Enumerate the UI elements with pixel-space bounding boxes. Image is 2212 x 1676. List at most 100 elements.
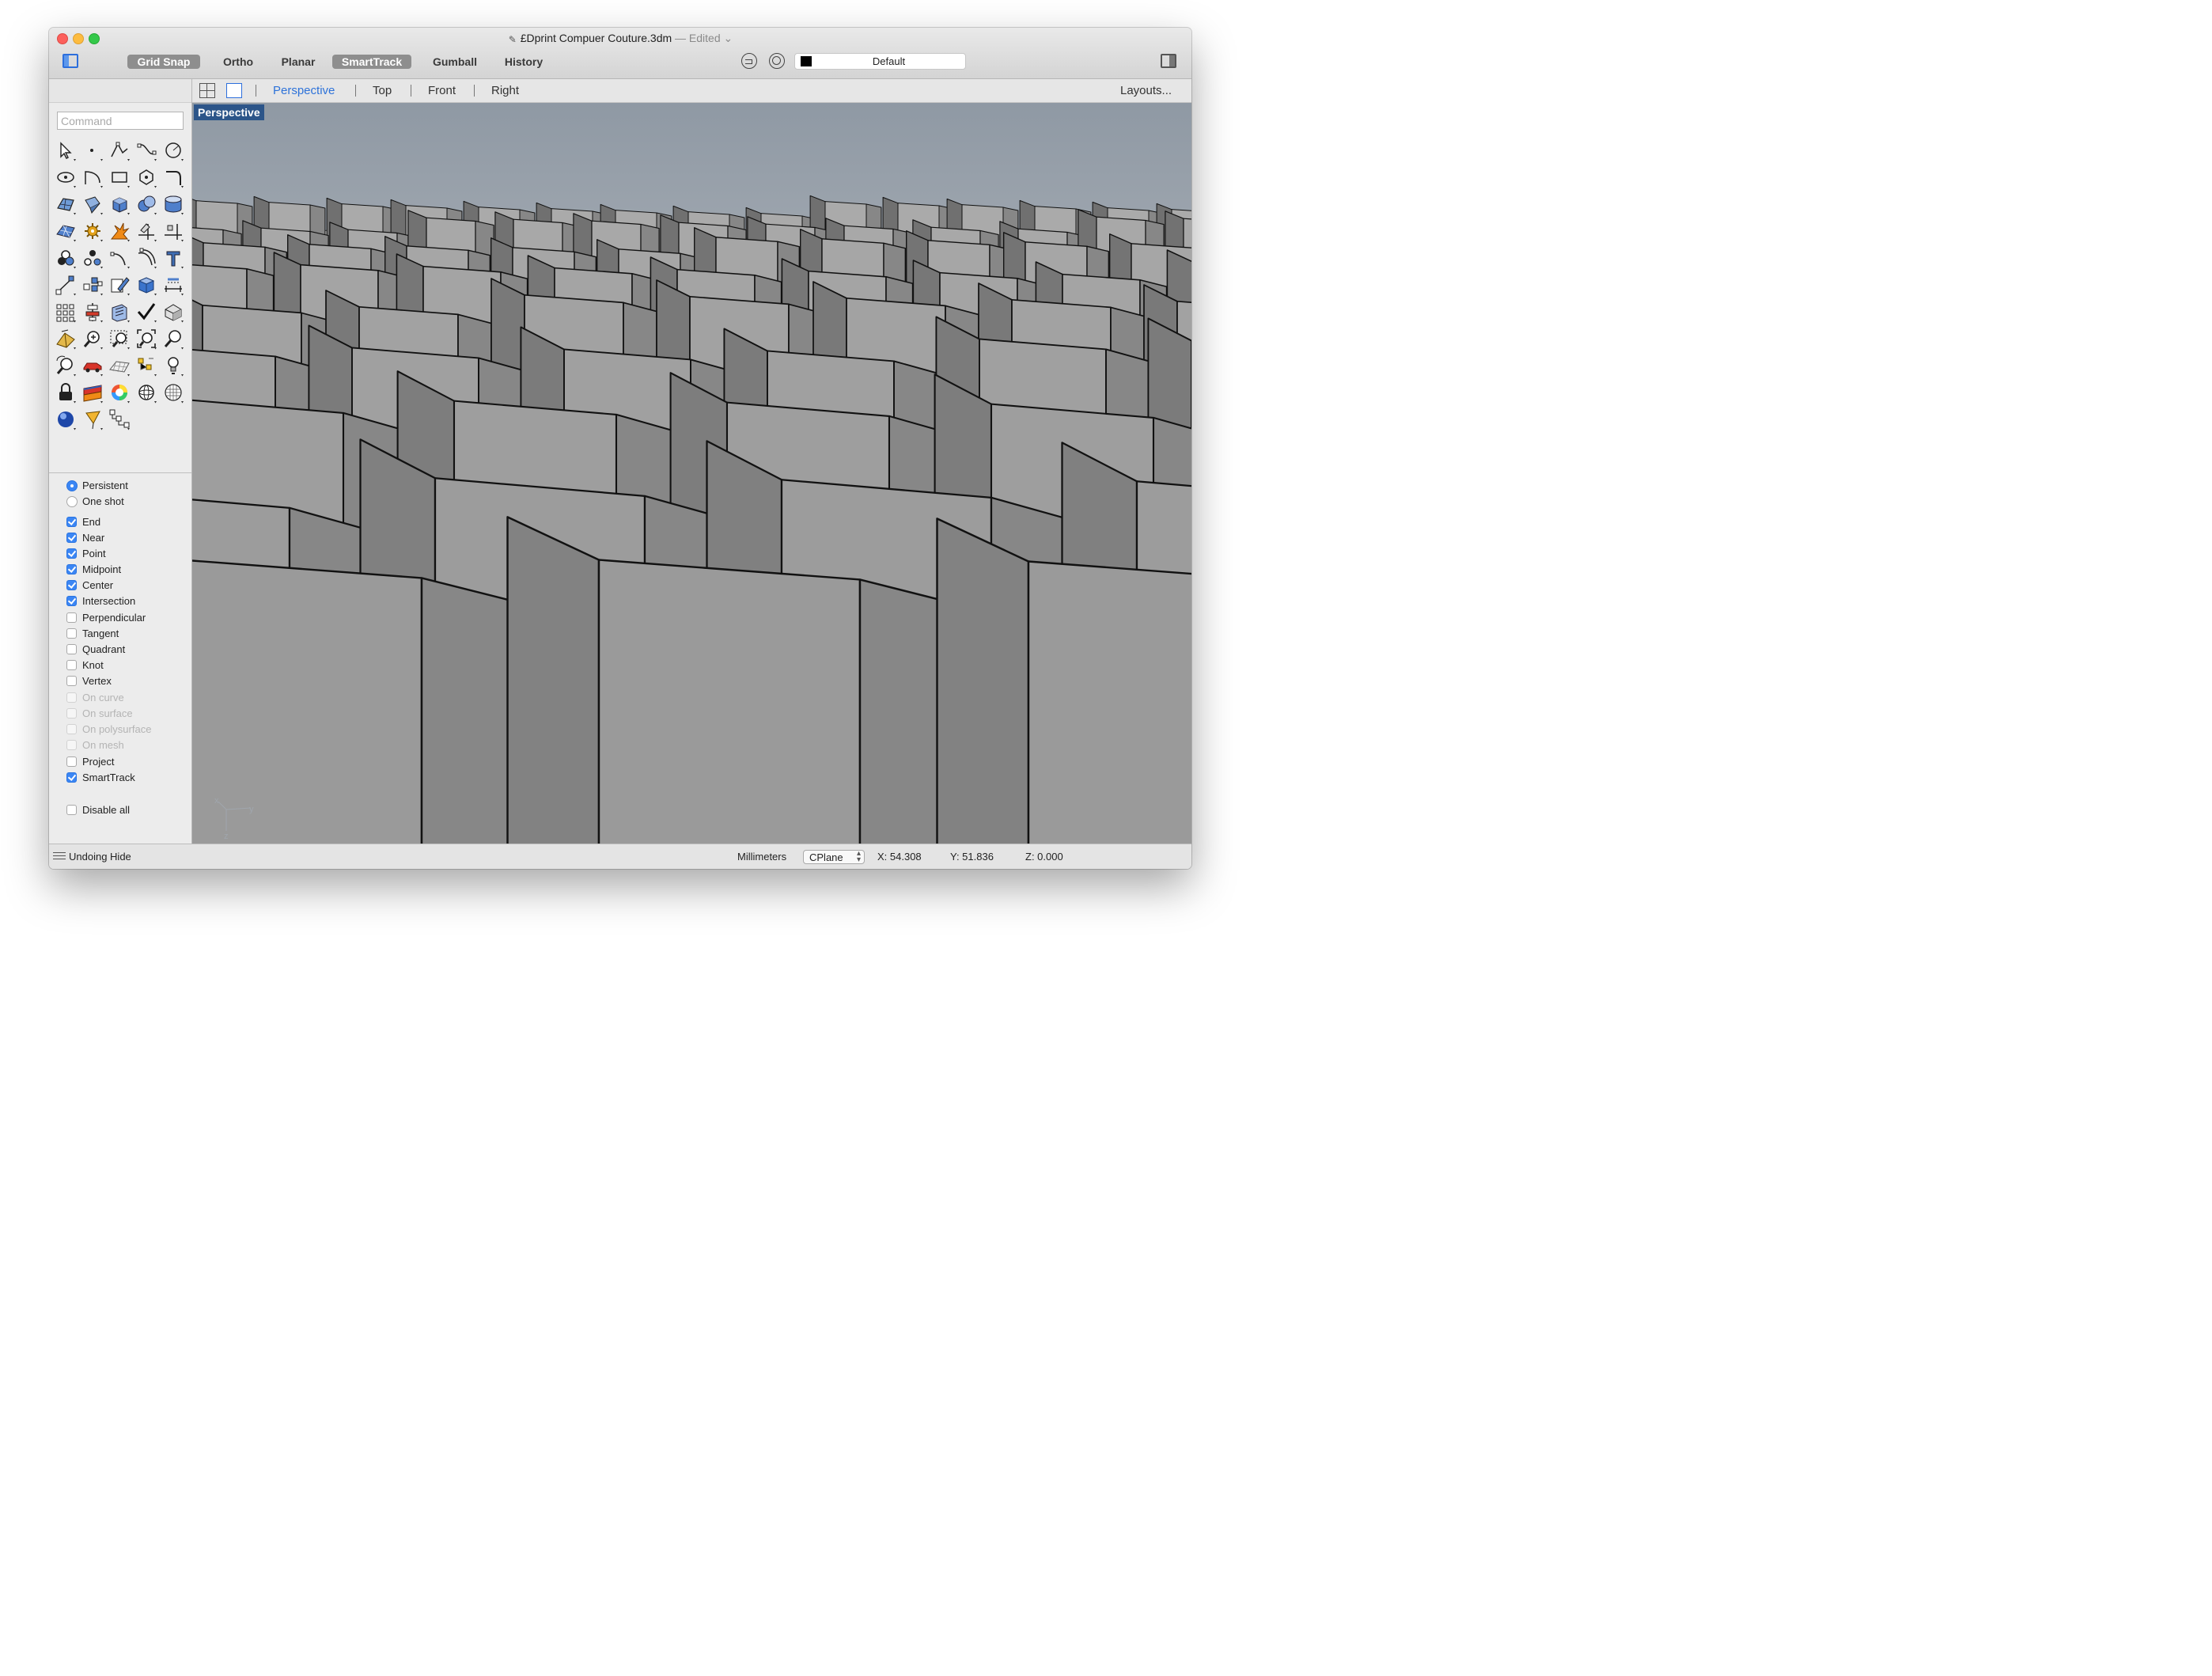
materials-icon[interactable]	[81, 381, 104, 404]
grid-sphere-icon[interactable]	[161, 381, 185, 404]
checkbox-indicator[interactable]	[66, 756, 77, 767]
sphere-wire-icon[interactable]	[134, 381, 158, 404]
toggle-left-sidebar-button[interactable]	[62, 54, 78, 68]
checkbox-indicator[interactable]	[66, 612, 77, 623]
record-history-icon[interactable]	[769, 53, 785, 69]
cylinder-icon[interactable]	[161, 192, 185, 216]
box-solid-icon[interactable]	[108, 192, 131, 216]
checkbox-indicator[interactable]	[66, 564, 77, 574]
model-scene[interactable]: x y z	[192, 103, 1191, 844]
checkbox-indicator[interactable]	[66, 596, 77, 606]
four-viewports-icon[interactable]	[199, 83, 215, 98]
circle-icon[interactable]	[161, 138, 185, 162]
filter-osnap-icon[interactable]	[741, 53, 757, 69]
explode-icon[interactable]	[108, 219, 131, 243]
checkbox-indicator[interactable]	[66, 533, 77, 543]
fillet-curve-icon[interactable]	[161, 165, 185, 189]
gumball-button[interactable]: Gumball	[421, 55, 489, 69]
cone-icon[interactable]	[81, 408, 104, 431]
zoom-icon[interactable]	[161, 327, 185, 351]
grid-plane-icon[interactable]	[108, 354, 131, 377]
checkbox-indicator[interactable]	[66, 548, 77, 559]
zoom-extents-icon[interactable]	[134, 327, 158, 351]
block-icon[interactable]	[134, 273, 158, 297]
checkbox-indicator[interactable]	[66, 517, 77, 527]
radio-indicator[interactable]	[66, 480, 78, 491]
status-menu-icon[interactable]	[53, 852, 66, 861]
array-icon[interactable]	[81, 273, 104, 297]
status-bar: Undoing Hide Millimeters CPlane ▴ ▾ X: 54…	[49, 844, 1191, 869]
point-icon[interactable]	[81, 138, 104, 162]
lights-icon[interactable]	[134, 354, 158, 377]
checkbox-indicator[interactable]	[66, 660, 77, 670]
checkbox-indicator[interactable]	[66, 644, 77, 654]
viewport-title-label[interactable]: Perspective	[194, 104, 264, 120]
checkbox-indicator[interactable]	[66, 772, 77, 783]
panel-face	[420, 577, 514, 844]
polygon-icon[interactable]	[134, 165, 158, 189]
check-icon[interactable]	[134, 300, 158, 324]
single-viewport-icon[interactable]	[226, 83, 242, 98]
units-label[interactable]: Millimeters	[737, 851, 786, 863]
radio-indicator[interactable]	[66, 496, 78, 507]
ungroup-icon[interactable]	[81, 246, 104, 270]
color-wheel-icon[interactable]	[108, 381, 131, 404]
toggle-right-sidebar-button[interactable]	[1161, 54, 1176, 68]
zoom-window-icon[interactable]	[108, 327, 131, 351]
rotate-view-icon[interactable]	[54, 354, 78, 377]
array-grid-icon[interactable]	[54, 300, 78, 324]
layer-selector[interactable]: Default	[794, 53, 966, 70]
grid-snap-button[interactable]: Grid Snap	[127, 55, 200, 69]
trim-icon[interactable]	[134, 219, 158, 243]
command-input[interactable]	[57, 112, 184, 130]
surface-icon[interactable]	[54, 192, 78, 216]
smarttrack-button[interactable]: SmartTrack	[332, 55, 411, 69]
group-icon[interactable]	[54, 246, 78, 270]
text-icon[interactable]	[161, 246, 185, 270]
tab-front[interactable]: Front	[428, 84, 456, 97]
cplane-selector[interactable]: CPlane ▴ ▾	[803, 850, 865, 864]
select-arrow-icon[interactable]	[54, 138, 78, 162]
checkbox-label: Midpoint	[82, 563, 122, 575]
checkbox-indicator[interactable]	[66, 580, 77, 590]
planar-button[interactable]: Planar	[271, 55, 325, 69]
polyline-icon[interactable]	[108, 138, 131, 162]
edited-status[interactable]: — Edited	[675, 32, 721, 44]
render-sphere-icon[interactable]	[54, 408, 78, 431]
tab-perspective[interactable]: Perspective	[273, 84, 335, 97]
history-button[interactable]: History	[494, 55, 554, 69]
checkbox-indicator[interactable]	[66, 676, 77, 686]
layouts-button[interactable]: Layouts...	[1120, 84, 1172, 97]
align-icon[interactable]	[81, 300, 104, 324]
zoom-in-icon[interactable]	[81, 327, 104, 351]
checkbox-indicator[interactable]	[66, 805, 77, 815]
car-icon[interactable]	[81, 354, 104, 377]
ortho-button[interactable]: Ortho	[211, 55, 265, 69]
split-icon[interactable]	[161, 219, 185, 243]
move-icon[interactable]	[54, 273, 78, 297]
gear-icon[interactable]	[81, 219, 104, 243]
join-icon[interactable]	[108, 246, 131, 270]
edit-icon[interactable]	[108, 273, 131, 297]
checkbox-label: Center	[82, 579, 114, 591]
tab-top[interactable]: Top	[373, 84, 392, 97]
checkbox-indicator[interactable]	[66, 628, 77, 639]
dimension-icon[interactable]	[161, 273, 185, 297]
pipeline-icon[interactable]	[108, 408, 131, 431]
boolean-union-icon[interactable]	[134, 192, 158, 216]
offset-icon[interactable]	[134, 246, 158, 270]
mesh-icon[interactable]	[54, 219, 78, 243]
analyze-icon[interactable]	[161, 300, 185, 324]
sweep-surface-icon[interactable]	[81, 192, 104, 216]
layout-icon[interactable]	[108, 300, 131, 324]
chevron-down-icon[interactable]: ⌄	[724, 32, 733, 44]
bulb-icon[interactable]	[161, 354, 185, 377]
lock-icon[interactable]	[54, 381, 78, 404]
curve-icon[interactable]	[134, 138, 158, 162]
render-icon[interactable]	[54, 327, 78, 351]
rectangle-icon[interactable]	[108, 165, 131, 189]
arc-icon[interactable]	[81, 165, 104, 189]
ellipse-icon[interactable]	[54, 165, 78, 189]
perspective-viewport[interactable]: x y z Perspective	[192, 103, 1191, 844]
tab-right[interactable]: Right	[491, 84, 519, 97]
